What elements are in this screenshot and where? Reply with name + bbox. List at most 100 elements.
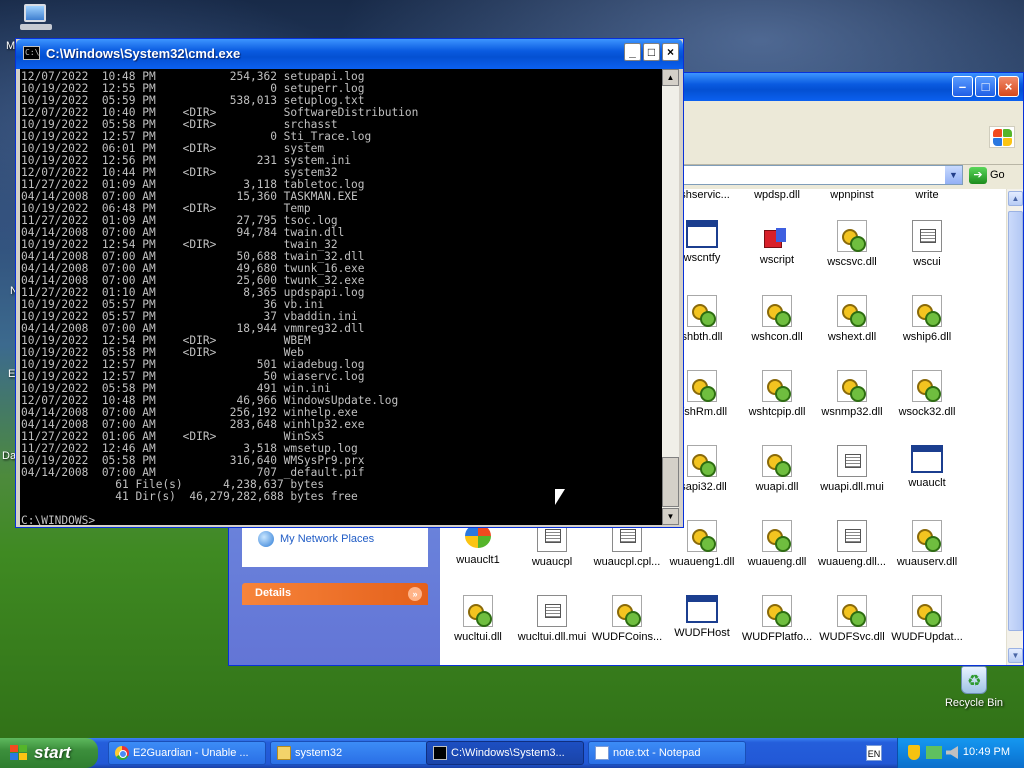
exe-file-icon — [686, 220, 718, 248]
file-label: wuaueng1.dll — [669, 556, 735, 568]
file-label: WUDFPlatfo... — [741, 631, 813, 643]
file-label: wpdsp.dll — [754, 189, 800, 201]
cube-file-icon — [762, 220, 792, 250]
start-label: start — [34, 743, 71, 762]
file-label: wuauclt — [908, 477, 946, 489]
address-input[interactable]: ▼ — [683, 165, 963, 185]
cmd-window[interactable]: C:\ C:\Windows\System32\cmd.exe _ □ × 12… — [15, 38, 684, 528]
desktop-icon-label-fragment: M — [6, 40, 16, 52]
file-label: wuaueng.dll... — [818, 556, 886, 568]
go-button[interactable]: ➔ Go — [969, 165, 1011, 185]
scroll-thumb[interactable] — [662, 457, 679, 507]
file-label: wscui — [913, 256, 941, 268]
recycle-bin-desktop-icon[interactable]: Recycle Bin — [942, 666, 1006, 709]
chevron-down-icon[interactable]: ▼ — [945, 166, 962, 184]
file-item[interactable]: wscui — [887, 220, 967, 268]
file-label: wucltui.dll — [454, 631, 502, 643]
go-arrow-icon: ➔ — [969, 166, 987, 184]
file-item[interactable]: wuapi.dll.mui — [812, 445, 892, 493]
security-shield-icon[interactable] — [908, 745, 920, 760]
file-item[interactable]: wpnpinst — [812, 185, 892, 201]
file-item[interactable]: WUDFPlatfo... — [737, 595, 817, 643]
scroll-thumb[interactable] — [1008, 211, 1023, 631]
file-label: wuauclt1 — [456, 554, 500, 566]
file-item[interactable]: wuauserv.dll — [887, 520, 967, 568]
file-label: wuapi.dll — [755, 481, 799, 493]
dll-file-icon — [912, 520, 942, 552]
taskbar-button[interactable]: system32 — [270, 741, 428, 765]
console-output[interactable]: 12/07/2022 10:48 PM 254,362 setupapi.log… — [20, 69, 662, 525]
file-label: wuaucpl.cpl... — [593, 556, 661, 568]
network-places-icon — [258, 531, 274, 547]
notepad-icon — [595, 746, 609, 760]
file-item[interactable]: wuaueng.dll — [737, 520, 817, 568]
start-button[interactable]: start — [0, 738, 98, 768]
file-label: wscsvc.dll — [827, 256, 877, 268]
file-item[interactable]: wucltui.dll — [438, 595, 518, 643]
taskbar-button-label: note.txt - Notepad — [613, 747, 701, 759]
dll-file-icon — [687, 445, 717, 477]
minimize-button[interactable]: _ — [624, 43, 641, 61]
taskbar-button[interactable]: note.txt - Notepad — [588, 741, 746, 765]
file-item[interactable]: WUDFUpdat... — [887, 595, 967, 643]
file-item[interactable]: WUDFCoins... — [587, 595, 667, 643]
details-panel-header[interactable]: Details » — [242, 583, 428, 605]
file-label: wucltui.dll.mui — [517, 631, 587, 643]
chevron-down-icon[interactable]: » — [408, 587, 422, 601]
dll-file-icon — [762, 595, 792, 627]
file-item[interactable]: wuaueng.dll... — [812, 520, 892, 568]
dll-file-icon — [463, 595, 493, 627]
maximize-button[interactable]: □ — [975, 76, 996, 97]
file-item[interactable]: wscript — [737, 220, 817, 266]
file-item[interactable]: wpdsp.dll — [737, 185, 817, 201]
clock[interactable]: 10:49 PM — [963, 746, 1010, 758]
file-item[interactable]: WUDFSvc.dll — [812, 595, 892, 643]
close-button[interactable]: × — [998, 76, 1019, 97]
cmd-titlebar[interactable]: C:\ C:\Windows\System32\cmd.exe _ □ × — [16, 39, 683, 69]
desktop-icon-label-fragment: Da — [2, 450, 17, 462]
dll-file-icon — [687, 520, 717, 552]
taskbar-button[interactable]: E2Guardian - Unable ... — [108, 741, 266, 765]
file-item[interactable]: wsnmp32.dll — [812, 370, 892, 418]
scroll-down-arrow[interactable]: ▼ — [662, 508, 679, 525]
file-item[interactable]: WUDFHost — [662, 595, 742, 639]
file-item[interactable]: wuauclt — [887, 445, 967, 489]
file-item[interactable]: wscsvc.dll — [812, 220, 892, 268]
dll-file-icon — [687, 370, 717, 402]
console-scrollbar[interactable]: ▲ ▼ — [662, 69, 679, 525]
network-places-link[interactable]: My Network Places — [258, 531, 428, 547]
file-item[interactable]: write — [887, 185, 967, 201]
volume-icon[interactable] — [946, 746, 958, 759]
minimize-button[interactable]: – — [952, 76, 973, 97]
vertical-scrollbar[interactable]: ▲ ▼ — [1006, 189, 1023, 665]
file-label: write — [915, 189, 939, 201]
scroll-down-arrow[interactable]: ▼ — [1008, 648, 1023, 663]
system-tray: 10:49 PM — [897, 738, 1024, 768]
file-item[interactable]: wship6.dll — [887, 295, 967, 343]
file-item[interactable]: wshtcpip.dll — [737, 370, 817, 418]
maximize-button[interactable]: □ — [643, 43, 660, 61]
my-computer-icon[interactable] — [20, 2, 56, 32]
file-item[interactable]: wsock32.dll — [887, 370, 967, 418]
taskbar-button[interactable]: C:\Windows\System3... — [426, 741, 584, 765]
file-item[interactable]: wshcon.dll — [737, 295, 817, 343]
language-indicator[interactable]: EN — [866, 745, 882, 761]
file-label: wscript — [759, 254, 795, 266]
dll-file-icon — [912, 370, 942, 402]
file-label: WUDFCoins... — [591, 631, 663, 643]
file-item[interactable]: wuapi.dll — [737, 445, 817, 493]
close-button[interactable]: × — [662, 43, 679, 61]
file-label: wuauserv.dll — [896, 556, 958, 568]
network-icon[interactable] — [926, 746, 942, 759]
dll-file-icon — [837, 295, 867, 327]
taskbar-button-label: system32 — [295, 747, 343, 759]
txt-file-icon — [837, 445, 867, 477]
console-line: C:\WINDOWS> — [21, 514, 96, 526]
file-label: wshtcpip.dll — [748, 406, 806, 418]
scroll-up-arrow[interactable]: ▲ — [1008, 191, 1023, 206]
file-item[interactable]: wucltui.dll.mui — [512, 595, 592, 643]
file-item[interactable]: wshext.dll — [812, 295, 892, 343]
cmd-title: C:\Windows\System32\cmd.exe — [46, 46, 241, 61]
file-label: wsock32.dll — [898, 406, 956, 418]
scroll-up-arrow[interactable]: ▲ — [662, 69, 679, 86]
